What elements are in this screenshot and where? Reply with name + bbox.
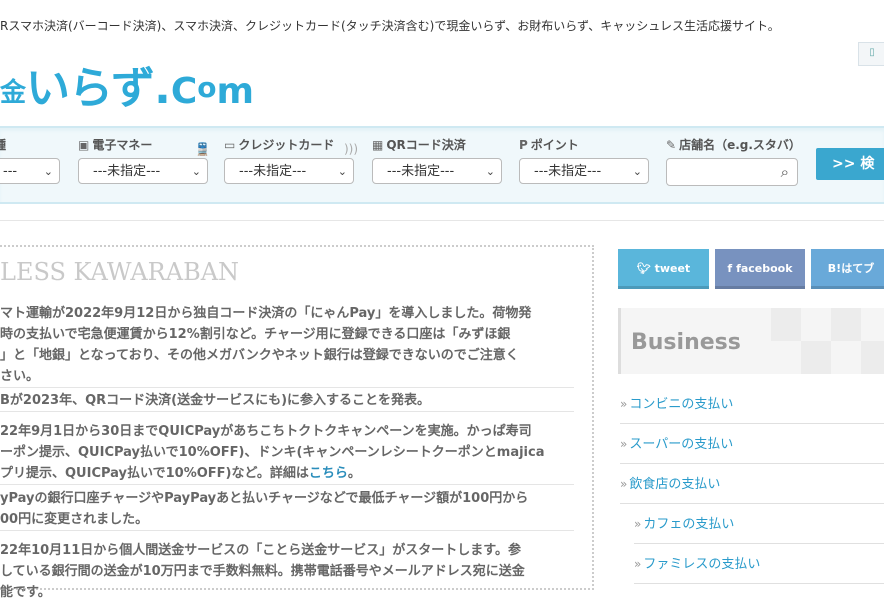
logo-m: m (216, 71, 255, 112)
field-label: 店舗名（e.g.スタバ） (679, 138, 801, 152)
logo-main: いらず (26, 63, 155, 114)
logo-c: C (170, 71, 198, 112)
pen-icon: ✎ (666, 138, 677, 152)
twitter-icon: 🐦︎ (636, 262, 651, 275)
point-select[interactable]: ---未指定--- ⌄ (519, 158, 649, 184)
search-field-type: 種 --- ⌄ (0, 136, 60, 184)
search-field-qr: ▦ QRコード決済 ---未指定--- ⌄ (372, 136, 502, 184)
feed-icon[interactable]: ▯ (858, 42, 884, 66)
field-label: ポイント (530, 138, 579, 152)
facebook-icon: f (727, 262, 733, 275)
field-label: 電子マネー (92, 138, 153, 152)
site-logo[interactable]: 金いらず.Com (0, 52, 254, 116)
chevron-down-icon: ⌄ (485, 165, 495, 178)
emoney-icon: ▣ (78, 138, 90, 152)
search-field-store: ✎ 店舗名（e.g.スタバ） ⌕ (666, 136, 801, 186)
chevron-down-icon: ⌄ (43, 165, 53, 178)
details-link[interactable]: こちら (309, 466, 348, 481)
search-bar: 種 --- ⌄ ▣ 電子マネー ---未指定--- ⌄ 🚆 ▭ クレジットカード ---… (0, 126, 884, 204)
sidebar-item-cafe[interactable]: » カフェの支払い (634, 504, 884, 544)
chevron-down-icon: ⌄ (632, 165, 642, 178)
double-chevron-icon: » (620, 437, 628, 451)
train-icon: 🚆 (195, 142, 210, 156)
field-label: QRコード決済 (386, 138, 466, 152)
chevron-down-icon: ⌄ (191, 165, 201, 178)
double-chevron-icon: » (634, 557, 642, 571)
news-item: マト運輸が2022年9月12日から独自コード決済の「にゃんPay」を導入しました… (0, 303, 574, 388)
business-heading: Business (631, 330, 741, 355)
kawaraban-title: LESS KAWARABAN (0, 258, 240, 286)
credit-card-icon: ▭ (224, 138, 236, 152)
qr-select[interactable]: ---未指定--- ⌄ (372, 158, 502, 184)
facebook-button[interactable]: f facebook (715, 249, 805, 289)
news-item: Bが2023年、QRコード決済(送金サービスにも)に参入することを発表。 (0, 390, 574, 412)
news-item: 22年9月1日から30日までQUICPayがあちこちトクトクキャンペーンを実施。… (0, 421, 574, 485)
search-field-point: P ポイント ---未指定--- ⌄ (519, 136, 649, 184)
sidebar-item-restaurant[interactable]: » 飲食店の支払い (620, 464, 884, 504)
logo-o: o (197, 71, 217, 104)
credit-select[interactable]: ---未指定--- ⌄ (224, 158, 354, 184)
sidebar-item-family-restaurant[interactable]: » ファミレスの支払い (634, 544, 884, 584)
sidebar-item-convenience[interactable]: » コンビニの支払い (620, 384, 884, 424)
search-submit-button[interactable]: >> 検 (816, 148, 884, 180)
chevron-down-icon: ⌄ (337, 165, 347, 178)
search-field-credit: ▭ クレジットカード ---未指定--- ⌄ (224, 136, 354, 184)
contactless-icon: ))) (344, 142, 359, 156)
qr-code-icon: ▦ (372, 138, 384, 152)
business-heading-box: Business (618, 308, 884, 374)
double-chevron-icon: » (620, 477, 628, 491)
type-select[interactable]: --- ⌄ (0, 158, 60, 184)
emoney-select[interactable]: ---未指定--- ⌄ (78, 158, 208, 184)
news-item: 22年10月11日から個人間送金サービスの「ことら送金サービス」がスタートします… (0, 543, 525, 600)
search-field-emoney: ▣ 電子マネー ---未指定--- ⌄ (78, 136, 208, 184)
search-icon[interactable]: ⌕ (781, 163, 789, 181)
divider (0, 220, 884, 221)
site-tagline: Rスマホ決済(バーコード決済)、スマホ決済、クレジットカード(タッチ決済含む)で… (0, 19, 780, 33)
logo-kanji: 金 (0, 78, 27, 108)
double-chevron-icon: » (620, 397, 628, 411)
point-icon: P (519, 138, 528, 152)
field-label: 種 (0, 138, 7, 152)
logo-dot: . (154, 63, 171, 114)
hatena-button[interactable]: B!はてブ (811, 249, 884, 289)
kawaraban-panel (0, 245, 594, 590)
tweet-button[interactable]: 🐦︎ tweet (618, 249, 709, 289)
news-item: yPayの銀行口座チャージやPayPayあと払いチャージなどで最低チャージ額が1… (0, 488, 574, 531)
store-search-input[interactable]: ⌕ (666, 158, 798, 186)
double-chevron-icon: » (634, 517, 642, 531)
sidebar-item-supermarket[interactable]: » スーパーの支払い (620, 424, 884, 464)
field-label: クレジットカード (238, 138, 335, 152)
